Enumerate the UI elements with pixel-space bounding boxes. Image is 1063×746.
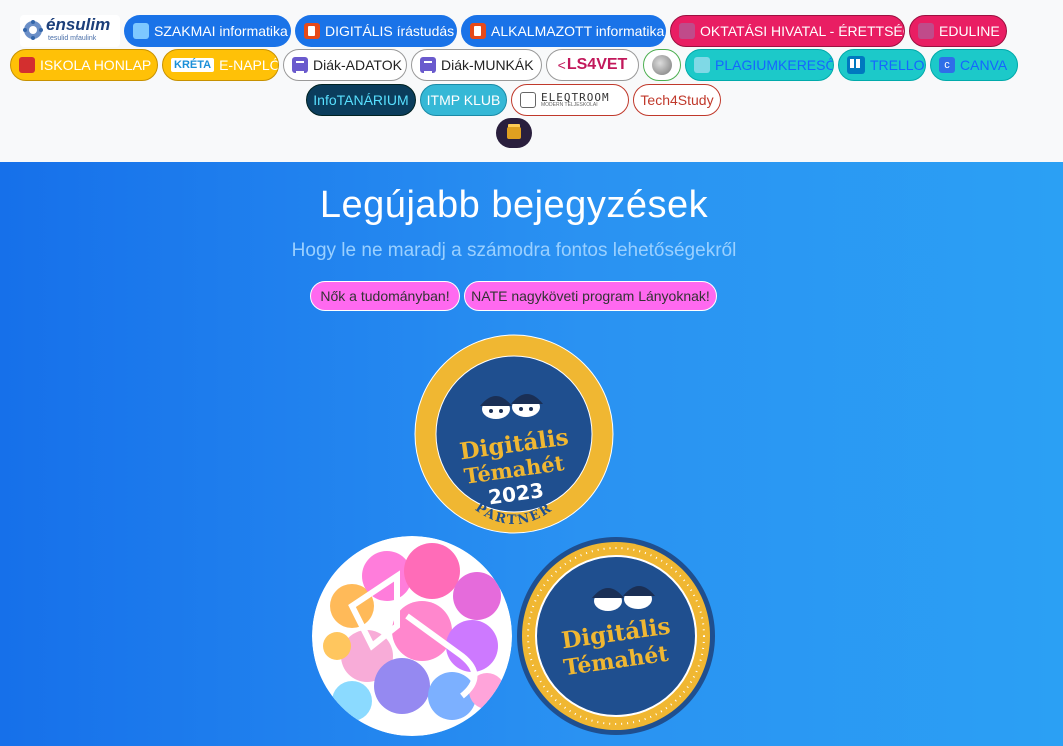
- alkalmazott-informatika-button[interactable]: ALKALMAZOTT informatika: [461, 15, 666, 47]
- button-label: Tech4Study: [640, 92, 714, 108]
- canva-icon: c: [939, 57, 955, 73]
- canva-button[interactable]: c CANVA: [930, 49, 1018, 81]
- e-naplo-button[interactable]: KRÉTA E-NAPLÓ: [162, 49, 279, 81]
- button-label: EDULINE: [939, 23, 1000, 39]
- document-icon: [420, 57, 436, 73]
- button-label: InfoTANÁRIUM: [313, 92, 409, 108]
- kreta-logo: KRÉTA: [171, 58, 215, 72]
- tag-nok-a-tudomanyban[interactable]: Nők a tudományban!: [310, 281, 460, 311]
- trello-icon: [847, 56, 865, 74]
- treasure-chest-button[interactable]: [496, 118, 532, 148]
- button-label: TRELLO: [870, 57, 925, 73]
- graduation-cap-icon: [918, 23, 934, 39]
- button-label: CANVA: [960, 57, 1008, 73]
- eleqtroom-tagline: MODERN TELJESKOLAI: [541, 102, 598, 108]
- button-label: ALKALMAZOTT informatika: [491, 23, 665, 39]
- lightbulb-icon: [520, 92, 536, 108]
- infotanarium-button[interactable]: InfoTANÁRIUM: [306, 84, 416, 116]
- diak-munkak-button[interactable]: Diák-MUNKÁK: [411, 49, 542, 81]
- hero-subtitle: Hogy le ne maradj a számodra fontos lehe…: [291, 240, 737, 261]
- trello-button[interactable]: TRELLO: [838, 49, 926, 81]
- button-label: ISKOLA HONLAP: [40, 57, 152, 73]
- hero-title: Legújabb bejegyzések: [319, 184, 709, 226]
- swirl-logo-button[interactable]: [643, 49, 681, 81]
- digitalis-irastudas-button[interactable]: DIGITÁLIS írástudás: [295, 15, 457, 47]
- button-label: OKTATÁSI HIVATAL - ÉRETTSÉGI: [700, 23, 905, 39]
- books-icon: [679, 23, 695, 39]
- top-navigation: énsulim tesulid mfaulink SZAKMAI informa…: [0, 0, 1063, 162]
- swirl-icon: [652, 55, 672, 75]
- button-label: ITMP KLUB: [426, 92, 501, 108]
- logo-text: énsulim: [46, 15, 111, 34]
- share-icon: <: [557, 57, 566, 73]
- eleqtroom-button[interactable]: ELEQTROOM MODERN TELJESKOLAI: [511, 84, 629, 116]
- ls4vet-logo: LS4VET: [566, 56, 628, 73]
- search-icon: [694, 57, 710, 73]
- oktatasi-hivatal-button[interactable]: OKTATÁSI HIVATAL - ÉRETTSÉGI: [670, 15, 905, 47]
- tech4study-button[interactable]: Tech4Study: [633, 84, 721, 116]
- button-label: SZAKMAI informatika: [154, 23, 288, 39]
- button-label: DIGITÁLIS írástudás: [325, 23, 455, 39]
- ensulim-logo[interactable]: énsulim tesulid mfaulink: [20, 15, 120, 47]
- office-icon: [304, 23, 320, 39]
- ensulim-logo-icon: [23, 20, 43, 40]
- document-icon: [292, 57, 308, 73]
- school-icon: [19, 57, 35, 73]
- colorful-bubbles-logo[interactable]: [312, 536, 512, 736]
- digitalis-temahet-badge[interactable]: Digitális Témahét: [516, 536, 716, 736]
- button-label: E-NAPLÓ: [219, 57, 279, 73]
- button-label: Diák-MUNKÁK: [441, 57, 534, 73]
- globe-icon: [133, 23, 149, 39]
- plagiumkereso-button[interactable]: PLAGIUMKERESŐ: [685, 49, 834, 81]
- office-icon: [470, 23, 486, 39]
- button-label: Diák-ADATOK: [313, 57, 402, 73]
- ls4vet-button[interactable]: < LS4VET: [546, 49, 639, 81]
- iskola-honlap-button[interactable]: ISKOLA HONLAP: [10, 49, 158, 81]
- szakmai-informatika-button[interactable]: SZAKMAI informatika: [124, 15, 291, 47]
- digitalis-temahet-partner-badge[interactable]: Digitális Témahét 2023 PARTNER: [414, 334, 614, 534]
- diak-adatok-button[interactable]: Diák-ADATOK: [283, 49, 407, 81]
- button-label: PLAGIUMKERESŐ: [715, 57, 834, 73]
- itmp-klub-button[interactable]: ITMP KLUB: [420, 84, 507, 116]
- tag-nate-nagykoveti[interactable]: NATE nagyköveti program Lányoknak!: [464, 281, 717, 311]
- logo-subtext: tesulid mfaulink: [48, 35, 97, 42]
- chest-icon: [507, 127, 521, 139]
- eduline-button[interactable]: EDULINE: [909, 15, 1007, 47]
- eleqtroom-logo: ELEQTROOM MODERN TELJESKOLAI: [541, 92, 610, 108]
